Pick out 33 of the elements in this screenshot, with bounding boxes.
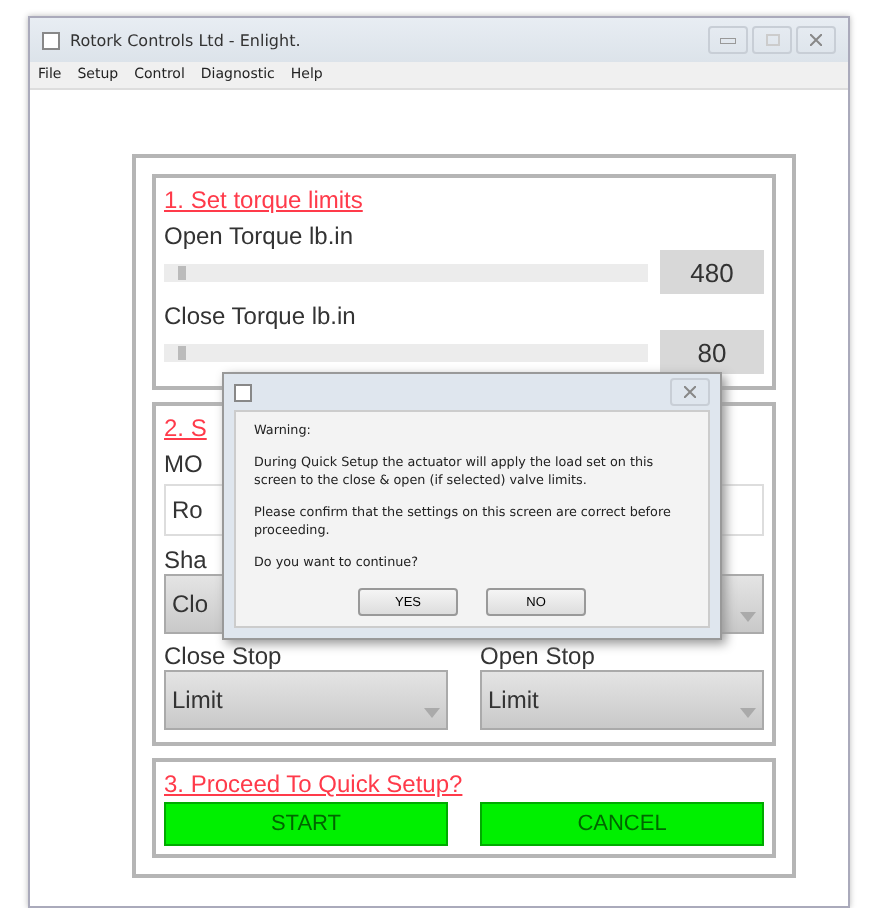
app-icon [42,31,60,49]
window-title: Rotork Controls Ltd - Enlight. [70,31,303,49]
section-heading: 3. Proceed To Quick Setup? [164,770,463,798]
torque-slider[interactable] [164,263,648,281]
app-icon [234,383,252,401]
mode-label: MO [164,450,203,478]
torque-value: 80 [660,330,764,374]
torque-label: Open Torque lb.in [164,222,354,250]
torque-slider[interactable] [164,343,648,361]
close-button[interactable] [670,378,710,406]
close-button[interactable] [796,26,836,54]
caret-icon [740,612,756,622]
minimize-button[interactable] [708,26,748,54]
caret-icon [740,708,756,718]
torque-value: 480 [660,250,764,294]
maximize-button[interactable] [752,26,792,54]
stop-dropdown[interactable]: Limit [164,670,448,730]
cancel-button[interactable]: CANCEL [480,802,764,846]
section-heading: 1. Set torque limits [164,186,363,214]
caret-icon [424,708,440,718]
stop-label: Close Stop [164,642,282,670]
shape-label: Sha [164,546,207,574]
torque-label: Close Torque lb.in [164,302,356,330]
slider-thumb[interactable] [178,345,187,359]
start-button[interactable]: START [164,802,448,846]
section-heading: 2. S [164,414,207,442]
slider-thumb[interactable] [178,265,187,279]
close-icon [810,34,822,46]
stop-dropdown[interactable]: Limit [480,670,764,730]
maximize-icon [765,34,779,46]
minimize-icon [720,37,736,43]
stop-label: Open Stop [480,642,595,670]
close-icon [684,386,696,398]
